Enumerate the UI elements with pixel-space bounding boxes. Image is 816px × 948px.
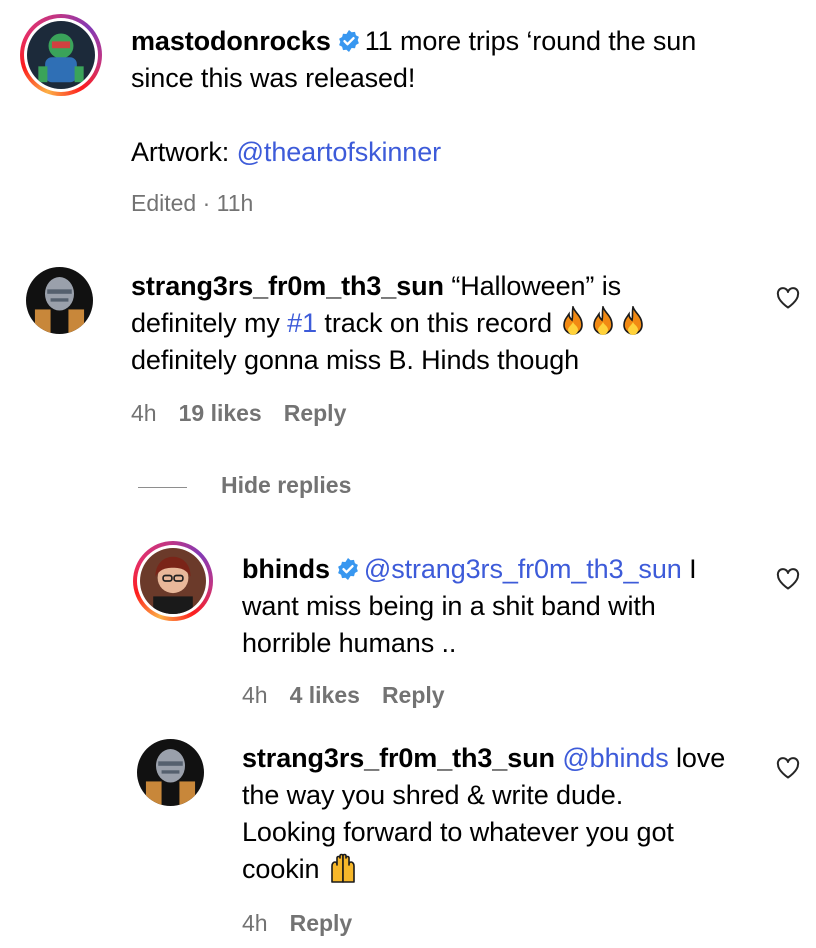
reply-button[interactable]: Reply [382, 682, 445, 708]
comment-meta: 4h Reply [242, 910, 374, 937]
avatar-image [27, 21, 95, 89]
comment-text: “Halloween” is [451, 271, 622, 301]
comment-meta: Edited · 11h [131, 190, 275, 217]
comment-text: the way you shred & write dude. [242, 780, 624, 810]
comment-text: cookin [242, 854, 320, 884]
avatar-image [26, 267, 93, 334]
avatar-image [137, 739, 204, 806]
avatar-image [140, 548, 206, 614]
comment-text: love [676, 743, 726, 773]
avatar-strang3rs[interactable] [137, 739, 204, 806]
heart-icon[interactable] [776, 287, 800, 309]
comment-body: mastodonrocks 11 more trips ‘round the su… [131, 23, 791, 171]
comment-text: definitely gonna miss B. Hinds though [131, 345, 580, 375]
comment-text: Artwork: [131, 137, 230, 167]
comment-body: strang3rs_fr0m_th3_sun @bhinds love the … [242, 740, 762, 888]
reply-button[interactable]: Reply [290, 910, 353, 936]
username[interactable]: strang3rs_fr0m_th3_sun [131, 271, 444, 301]
comment-meta: 4h 19 likes Reply [131, 400, 368, 427]
comment-body: strang3rs_fr0m_th3_sun “Halloween” is de… [131, 268, 751, 379]
fire-emoji-icon [623, 306, 644, 335]
verified-badge-icon [337, 558, 358, 580]
replies-divider [138, 487, 187, 488]
reply-button[interactable]: Reply [284, 400, 347, 426]
hide-replies-button[interactable]: Hide replies [221, 472, 373, 499]
username[interactable]: bhinds [242, 554, 330, 584]
avatar-bhinds[interactable] [133, 541, 213, 621]
comment-meta: 4h 4 likes Reply [242, 682, 467, 709]
comment-time: 4h [131, 400, 157, 426]
mention-link[interactable]: @bhinds [562, 743, 668, 773]
comment-body: bhinds @strang3rs_fr0m_th3_sun I want mis… [242, 551, 762, 662]
comment-text: track on this record [324, 308, 553, 338]
comment-text: I [689, 554, 697, 584]
comment-text: want miss being in a shit band with [242, 591, 656, 621]
username[interactable]: mastodonrocks [131, 26, 331, 56]
comment-text: Looking forward to whatever you got [242, 817, 674, 847]
comment-text: since this was released! [131, 63, 416, 93]
comment-text: definitely my [131, 308, 280, 338]
hide-replies-label: Hide replies [221, 472, 352, 498]
verified-badge-icon [338, 30, 359, 52]
edited-time: Edited · 11h [131, 190, 254, 216]
mention-link[interactable]: @strang3rs_fr0m_th3_sun [364, 554, 682, 584]
raised-hands-emoji-icon [331, 853, 355, 883]
mention-link[interactable]: @theartofskinner [237, 137, 442, 167]
fire-emoji-icon [593, 306, 614, 335]
comment-time: 4h [242, 910, 268, 936]
heart-icon[interactable] [776, 757, 800, 779]
avatar-mastodonrocks[interactable] [20, 14, 102, 96]
likes-count[interactable]: 19 likes [179, 400, 262, 426]
comment-text: horrible humans .. [242, 628, 457, 658]
comment-text: 11 more trips ‘round the sun [364, 26, 697, 56]
comment-time: 4h [242, 682, 268, 708]
hashtag-link[interactable]: #1 [287, 308, 317, 338]
fire-emoji-icon [563, 306, 584, 335]
avatar-strang3rs[interactable] [26, 267, 93, 334]
heart-icon[interactable] [776, 568, 800, 590]
username[interactable]: strang3rs_fr0m_th3_sun [242, 743, 555, 773]
likes-count[interactable]: 4 likes [290, 682, 360, 708]
